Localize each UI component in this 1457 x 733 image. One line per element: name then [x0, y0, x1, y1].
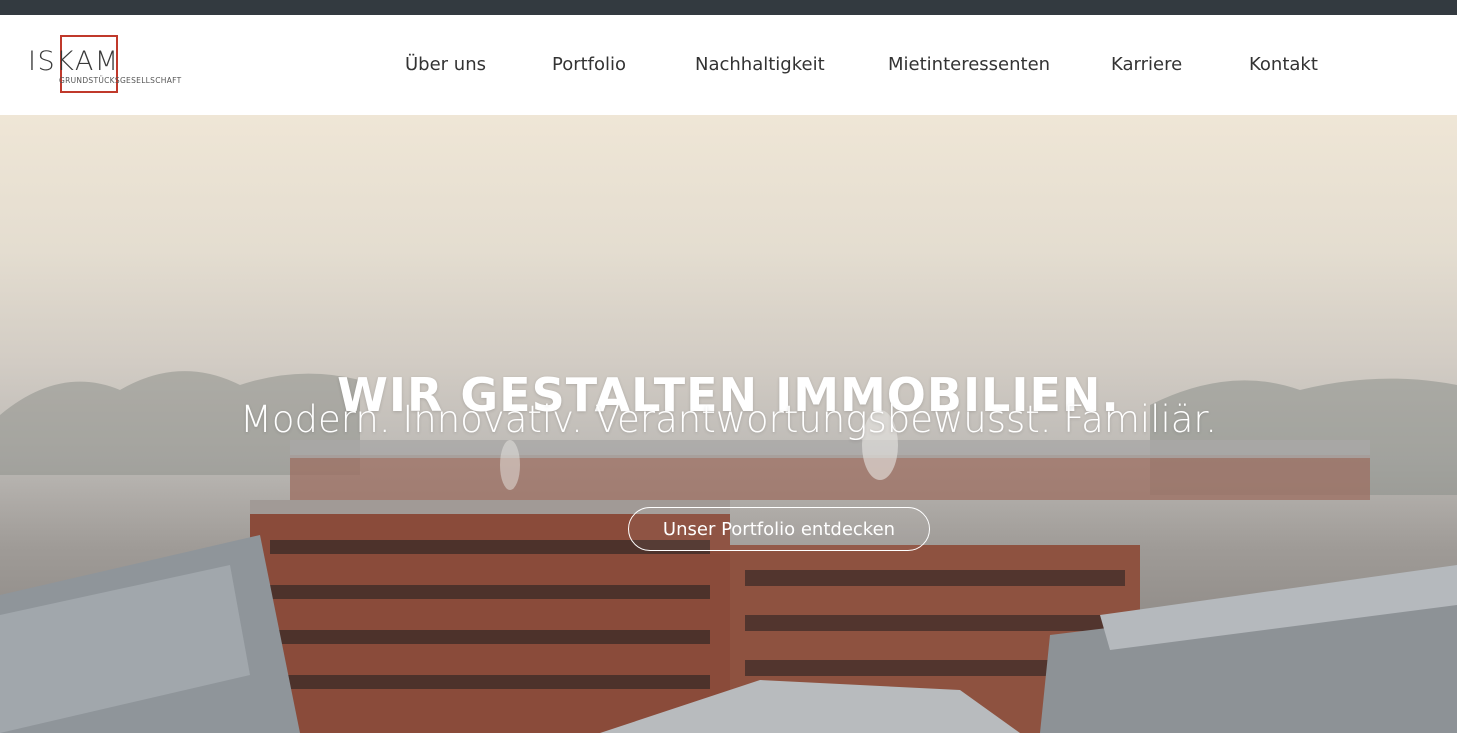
main-nav: Über uns Portfolio Nachhaltigkeit Mietin… — [0, 15, 1457, 115]
portfolio-cta-button[interactable]: Unser Portfolio entdecken — [628, 507, 930, 551]
nav-item-mietinteressenten[interactable]: Mietinteressenten — [888, 53, 1050, 77]
hero-section: WIR GESTALTEN IMMOBILIEN. Modern. Innova… — [0, 115, 1457, 733]
nav-item-kontakt[interactable]: Kontakt — [1249, 53, 1318, 77]
nav-item-karriere[interactable]: Karriere — [1111, 53, 1182, 77]
nav-item-ueber-uns[interactable]: Über uns — [405, 53, 486, 77]
nav-item-nachhaltigkeit[interactable]: Nachhaltigkeit — [695, 53, 825, 77]
top-bar — [0, 0, 1457, 15]
nav-item-portfolio[interactable]: Portfolio — [552, 53, 626, 77]
hero-subtitle: Modern. Innovativ. Verantwortungsbewusst… — [240, 398, 1217, 441]
